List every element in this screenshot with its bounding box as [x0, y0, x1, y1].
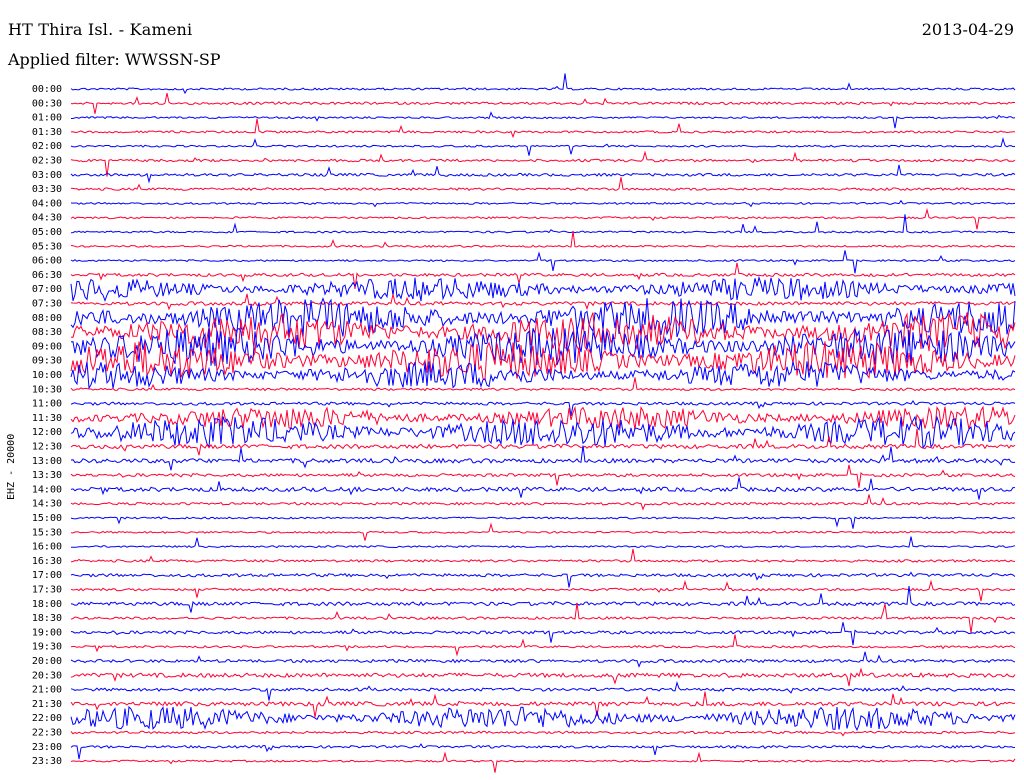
- trace-line: [70, 118, 1015, 139]
- helicorder-plot: 00:00 00:30 01:00 01:30 02:00 02:30 03:00 03:30…: [32, 73, 1016, 773]
- trace-line: [70, 651, 1016, 668]
- trace-line: [70, 667, 1016, 687]
- trace-line: [70, 522, 1016, 541]
- trace-line: [70, 536, 1016, 549]
- tick-label: 03:30: [32, 184, 62, 195]
- tick-label: 05:30: [32, 241, 62, 252]
- tick-label: 14:30: [32, 499, 62, 510]
- tick-label: 10:30: [32, 384, 62, 395]
- trace-line: [70, 516, 1016, 529]
- tick-label: 08:00: [32, 313, 62, 324]
- trace-line: [70, 730, 1016, 737]
- tick-label: 18:30: [32, 613, 62, 624]
- tick-label: 06:30: [32, 270, 62, 281]
- tick-label: 01:00: [32, 113, 62, 124]
- trace-line: [70, 680, 1016, 701]
- trace-line: [70, 548, 1015, 563]
- trace-line: [70, 445, 1016, 471]
- trace-line: [70, 494, 1016, 511]
- tick-label: 07:00: [32, 284, 62, 295]
- trace-line: [70, 602, 1016, 634]
- trace-line: [70, 207, 1016, 230]
- tick-label: 21:00: [32, 685, 62, 696]
- trace-line: [70, 177, 1016, 192]
- trace-line: [70, 361, 1016, 390]
- time-tick-labels: 00:00 00:30 01:00 01:30 02:00 02:30 03:00 03:30…: [32, 84, 62, 767]
- tick-label: 22:00: [32, 713, 62, 724]
- tick-label: 12:30: [32, 442, 62, 453]
- trace-line: [70, 691, 1015, 718]
- tick-label: 15:30: [32, 527, 62, 538]
- tick-label: 19:00: [32, 627, 62, 638]
- tick-label: 14:00: [32, 484, 62, 495]
- tick-label: 15:00: [32, 513, 62, 524]
- tick-label: 20:00: [32, 656, 62, 667]
- trace-line: [70, 751, 1016, 773]
- tick-label: 11:30: [32, 413, 62, 424]
- tick-label: 17:30: [32, 585, 62, 596]
- trace-line: [70, 92, 1016, 114]
- tick-label: 19:30: [32, 642, 62, 653]
- tick-label: 20:30: [32, 670, 62, 681]
- trace-line: [70, 137, 1016, 156]
- tick-label: 00:30: [32, 98, 62, 109]
- trace-line: [70, 634, 1016, 657]
- tick-label: 16:30: [32, 556, 62, 567]
- tick-label: 06:00: [32, 256, 62, 267]
- trace-line: [70, 150, 1016, 177]
- tick-label: 11:00: [32, 399, 62, 410]
- trace-line: [70, 199, 1016, 208]
- trace-line: [70, 579, 1016, 602]
- trace-line: [70, 477, 1015, 500]
- trace-line: [71, 111, 1016, 129]
- trace-line: [70, 743, 1016, 760]
- trace-line: [70, 73, 1016, 95]
- trace-line: [70, 164, 1016, 184]
- seismic-traces: [70, 73, 1016, 773]
- tick-label: 02:30: [32, 156, 62, 167]
- trace-line: [70, 275, 1016, 302]
- tick-label: 01:30: [32, 127, 62, 138]
- trace-line: [70, 405, 1016, 431]
- tick-label: 17:00: [32, 570, 62, 581]
- tick-label: 09:00: [32, 341, 62, 352]
- tick-label: 00:00: [32, 84, 62, 95]
- tick-label: 08:30: [32, 327, 62, 338]
- tick-label: 10:00: [32, 370, 62, 381]
- trace-line: [70, 293, 1016, 311]
- trace-line: [70, 622, 1016, 646]
- trace-line: [70, 231, 1016, 248]
- tick-label: 09:30: [32, 356, 62, 367]
- trace-line: [70, 705, 1016, 732]
- tick-label: 13:00: [32, 456, 62, 467]
- tick-label: 03:00: [32, 170, 62, 181]
- tick-label: 13:30: [32, 470, 62, 481]
- tick-label: 12:00: [32, 427, 62, 438]
- tick-label: 23:00: [32, 742, 62, 753]
- trace-line: [70, 571, 1016, 588]
- tick-label: 16:00: [32, 542, 62, 553]
- tick-label: 22:30: [32, 728, 62, 739]
- tick-label: 23:30: [32, 756, 62, 767]
- tick-label: 04:30: [32, 213, 62, 224]
- tick-label: 07:30: [32, 299, 62, 310]
- tick-label: 04:00: [32, 198, 62, 209]
- tick-label: 21:30: [32, 699, 62, 710]
- trace-line: [70, 464, 1016, 488]
- tick-label: 05:00: [32, 227, 62, 238]
- trace-line: [70, 250, 1016, 274]
- tick-label: 02:00: [32, 141, 62, 152]
- tick-label: 18:00: [32, 599, 62, 610]
